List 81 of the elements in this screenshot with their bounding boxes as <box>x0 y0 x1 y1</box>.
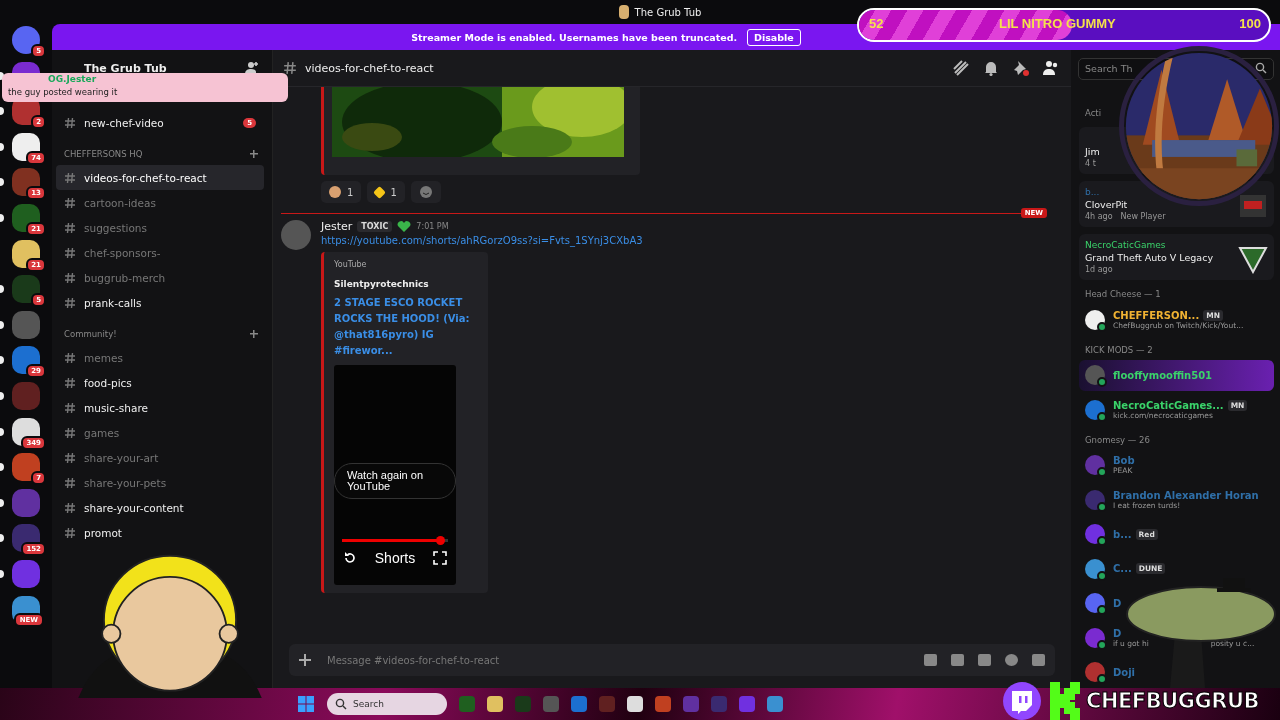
channel-item[interactable]: buggrub-merch <box>56 265 264 290</box>
shorts-label: Shorts <box>374 550 416 566</box>
activity-game: Jim <box>1085 146 1101 157</box>
channel-logo-text: CHEFBUGGRUB <box>1086 689 1259 713</box>
member-name: NecroCaticGames... <box>1113 399 1224 411</box>
timestamp: 7:01 PM <box>416 222 449 231</box>
section-title: Head Cheese — 1 <box>1085 289 1162 299</box>
message-field[interactable]: Message #videos-for-chef-to-react <box>325 653 910 667</box>
reaction-button[interactable]: 1 <box>367 181 405 203</box>
channel-item[interactable]: share-your-content <box>56 495 264 520</box>
member-name: Doji <box>1113 666 1136 678</box>
goal-target: 100 <box>1239 16 1261 31</box>
section-title: KICK MODS — 2 <box>1085 344 1154 355</box>
member-name: D <box>1113 597 1122 609</box>
embed-provider: YouTube <box>334 260 368 269</box>
channel-item[interactable]: memes <box>56 345 264 370</box>
member-name: C... <box>1113 563 1132 575</box>
channel-name: cartoon-ideas <box>84 196 157 209</box>
embed-title[interactable]: 2 STAGE ESCO ROCKET ROCKS THE HOOD! (Via: @that816pyro) IG #firewor... <box>334 295 480 359</box>
member-name: D <box>1113 627 1122 639</box>
category-label[interactable]: Community! <box>64 329 117 339</box>
activity-status: New Player <box>1120 212 1166 221</box>
channel-item[interactable]: videos-for-chef-to-react <box>56 165 264 190</box>
channel-name: videos-for-chef-to-react <box>84 171 208 184</box>
activity-time: 1d ago <box>1085 265 1113 274</box>
channel-name: share-your-art <box>84 451 160 464</box>
member-name: Bob <box>1113 455 1135 467</box>
watch-again-button[interactable]: Watch again on YouTube <box>334 463 456 499</box>
channel-name: music-share <box>84 401 149 414</box>
message-box[interactable]: Message #videos-for-chef-to-react <box>289 644 1055 676</box>
channel-name: promot <box>84 526 123 539</box>
taskbar-search[interactable]: Search <box>327 693 447 715</box>
channel-item[interactable]: promot <box>56 520 264 545</box>
channel-name: share-your-pets <box>84 476 168 489</box>
channel-item[interactable]: share-your-pets <box>56 470 264 495</box>
channel-name: suggestions <box>84 221 148 234</box>
activity-user: b... <box>1085 187 1101 197</box>
embed-author[interactable]: Silentpyrotechnics <box>334 279 480 289</box>
channel-name: prank-calls <box>84 296 143 309</box>
channel-name: games <box>84 426 121 439</box>
channel-item[interactable]: share-your-art <box>56 445 264 470</box>
member-name: Brandon Alexander Horan <box>1113 489 1259 501</box>
chat-username: OG.Jester <box>47 74 97 84</box>
channel-name: food-pics <box>84 376 133 389</box>
channel-item[interactable]: cartoon-ideas <box>56 190 264 215</box>
channel-name: new-chef-video <box>84 116 165 129</box>
channel-item[interactable]: food-pics <box>56 370 264 395</box>
channel-name: buggrub-merch <box>84 271 167 284</box>
activity-game: CloverPit <box>1085 199 1129 210</box>
channel-item[interactable]: chef-sponsors- <box>56 240 264 265</box>
channel-item[interactable]: prank-calls <box>56 290 264 315</box>
channel-item[interactable]: music-share <box>56 395 264 420</box>
activity-card[interactable]: NecroCaticGames Grand Theft Auto V Legacy 1d ago <box>1079 234 1274 280</box>
category-label[interactable]: CHEFFERSONS HQ <box>64 149 143 159</box>
server-name[interactable]: The Grub Tub <box>84 61 167 75</box>
disable-button[interactable]: Disable <box>747 28 801 46</box>
goal-current: 52 <box>869 16 884 31</box>
channel-name: memes <box>84 351 124 364</box>
channel-name: chef-sponsors- <box>84 246 162 259</box>
channel-name: share-your-content <box>84 501 185 514</box>
member-name: b... <box>1113 528 1132 540</box>
section-title: Acti <box>1085 108 1103 118</box>
channel-title: videos-for-chef-to-react <box>305 61 435 75</box>
activity-game: Grand Theft Auto V Legacy <box>1085 252 1214 263</box>
section-title: Gnomesy — 26 <box>1085 434 1151 445</box>
activity-time: 4 t <box>1085 159 1096 168</box>
window-title: The Grub Tub <box>634 6 702 18</box>
activity-time: 4h ago <box>1085 212 1113 221</box>
video-player[interactable]: Watch again on YouTube Shorts <box>334 365 456 585</box>
author-name[interactable]: Jester <box>321 220 353 233</box>
guild-tag: TOXIC <box>357 221 393 232</box>
member-name: flooffymooffin501 <box>1113 369 1213 381</box>
banner-text: Streamer Mode is enabled. Usernames have been truncated. <box>411 31 738 43</box>
chat-message: the guy posted wearing it <box>8 87 118 97</box>
activity-user: NecroCaticGames <box>1085 240 1167 250</box>
member-name: CHEFFERSON... <box>1113 309 1200 321</box>
channel-item[interactable]: suggestions <box>56 215 264 240</box>
reaction-button[interactable]: 1 <box>321 181 362 203</box>
channel-item[interactable]: games <box>56 420 264 445</box>
message-link[interactable]: https://youtube.com/shorts/ahRGorzO9ss?si=Fvts_1SYnj3CXbA3 <box>321 235 643 246</box>
member-item[interactable]: flooffymooffin501 <box>1079 359 1274 391</box>
